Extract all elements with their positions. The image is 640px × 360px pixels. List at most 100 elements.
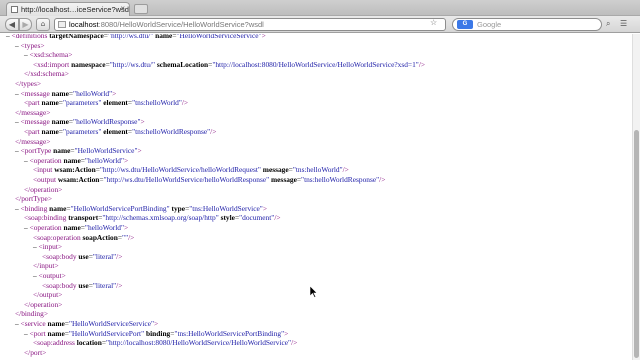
tag-name: message [24, 88, 50, 98]
forward-icon[interactable]: ▶ [19, 18, 32, 31]
tag-name: xsd:schema [33, 50, 69, 60]
xml-line: <soap:address location="http://localhost… [33, 338, 298, 348]
back-icon[interactable]: ◀ [5, 18, 19, 31]
xml-line[interactable]: – <port name="HelloWorldServicePort" bin… [24, 329, 288, 339]
browser-tab[interactable]: http://localhost…iceService?wsdl × [6, 2, 130, 16]
attr-name: name [53, 146, 71, 156]
tag-name: portType [21, 194, 48, 204]
attr-value: "parameters" [62, 127, 102, 136]
address-bar[interactable]: localhost:8080/HelloWorldService/HelloWo… [54, 18, 446, 31]
page-icon [11, 6, 18, 13]
tag-name: message [21, 107, 47, 117]
tag-bracket: /> [210, 127, 217, 136]
search-placeholder: Google [477, 20, 502, 29]
attr-value: "HelloWorldServicePort" [68, 328, 145, 338]
tag-name: port [30, 347, 43, 357]
tag-bracket: > [54, 261, 59, 271]
xml-line[interactable]: – <output> [33, 271, 66, 281]
menu-icon[interactable]: ☰ [620, 19, 627, 28]
attr-value: "HelloWorldServiceService" [176, 34, 262, 40]
scrollbar-thumb[interactable] [634, 130, 639, 358]
xml-line: <input wsam:Action="http://ws.dtu/HelloW… [33, 165, 349, 175]
tag-name: service [24, 319, 46, 328]
vertical-scrollbar[interactable] [632, 34, 640, 360]
xml-line: <part name="parameters" element="tns:hel… [24, 127, 217, 136]
tag-bracket: > [58, 184, 63, 194]
tag-name: xsd:schema [30, 69, 65, 79]
attr-value: "helloWorld" [84, 155, 125, 165]
attr-value: "http://ws.dtu/HelloWorldService/helloWo… [99, 165, 261, 175]
attr-value: "tns:HelloWorldServicePortBinding" [174, 328, 285, 338]
tag-name: portType [24, 146, 52, 156]
tag-bracket: /> [116, 280, 123, 290]
attr-name: type [171, 203, 186, 213]
tab-title: http://localhost…iceService?wsdl [21, 5, 130, 14]
xml-line: </operation> [24, 300, 62, 310]
attr-name: name [47, 328, 65, 338]
xml-line[interactable]: – <message name="helloWorldResponse"> [15, 117, 145, 127]
xml-line[interactable]: – <binding name="HelloWorldServicePortBi… [15, 204, 267, 214]
home-icon[interactable]: ⌂ [36, 18, 50, 31]
attr-name: name [51, 117, 69, 127]
bookmark-star-icon[interactable]: ☆ [430, 18, 437, 27]
tag-name: input [37, 165, 53, 175]
xml-line: </portType> [15, 194, 52, 204]
attr-name: style [220, 213, 235, 223]
xml-line: </xsd:schema> [24, 69, 69, 79]
xml-line[interactable]: – <xsd:schema> [24, 50, 72, 60]
tag-name: message [21, 136, 47, 146]
search-engine-icon[interactable]: G [457, 20, 473, 29]
tag-name: xsd:import [37, 59, 70, 69]
attr-value: "tns:helloWorldResponse" [132, 127, 211, 136]
attr-value: "http://schemas.xmlsoap.org/soap/http" [102, 213, 219, 223]
xml-line[interactable]: – <message name="helloWorld"> [15, 89, 116, 99]
close-icon[interactable]: × [120, 4, 125, 13]
tag-bracket: /> [116, 251, 123, 261]
tag-name: input [42, 242, 58, 252]
tag-bracket: > [64, 69, 69, 79]
tag-bracket: > [140, 117, 145, 127]
xml-line: </binding> [15, 309, 48, 319]
tag-bracket: > [43, 309, 48, 319]
tag-name: operation [30, 299, 59, 309]
xml-line[interactable]: – <definitions targetNamespace="http://w… [6, 34, 266, 41]
tag-bracket: /> [291, 338, 298, 348]
tag-bracket: > [124, 155, 129, 165]
xml-line[interactable]: – <operation name="helloWorld"> [24, 156, 128, 166]
page-icon [58, 21, 66, 28]
tag-name: soap:address [37, 338, 75, 348]
new-tab-icon[interactable] [134, 4, 148, 14]
attr-name: wsam:Action [54, 165, 96, 175]
search-icon[interactable]: ⌕ [606, 19, 610, 29]
tab-bar: http://localhost…iceService?wsdl × [0, 0, 640, 16]
tag-name: output [37, 175, 57, 184]
search-input[interactable]: G Google [452, 18, 602, 31]
attr-name: name [51, 88, 69, 98]
url-host: localhost [69, 20, 99, 29]
xml-line: </message> [15, 108, 50, 118]
xml-line[interactable]: – <operation name="helloWorld"> [24, 223, 128, 233]
xml-line: </output> [33, 290, 62, 300]
attr-value: "http://localhost:8080/HelloWorldService… [212, 59, 419, 69]
attr-value: "helloWorld" [84, 223, 125, 232]
tag-bracket: > [61, 271, 66, 280]
xml-line: <soap:body use="literal"/> [42, 280, 123, 290]
attr-name: targetNamespace [49, 34, 104, 40]
tag-bracket: /> [418, 59, 426, 69]
attr-name: use [78, 251, 89, 261]
tag-bracket: > [42, 347, 47, 357]
tag-bracket: > [46, 107, 51, 117]
tag-bracket: > [58, 299, 63, 309]
url-path: :8080/HelloWorldService/HelloWorldServic… [98, 20, 264, 29]
xml-line[interactable]: – <types> [15, 41, 45, 51]
attr-value: "document" [239, 213, 275, 223]
attr-value: "literal" [92, 251, 117, 261]
xml-line[interactable]: – <service name="HelloWorldServiceServic… [15, 319, 158, 329]
xml-line[interactable]: – <input> [33, 242, 62, 252]
attr-name: schemaLocation [156, 59, 209, 69]
tag-bracket: > [40, 40, 45, 50]
xml-line[interactable]: – <portType name="HelloWorldService"> [15, 146, 142, 156]
attr-name: name [41, 98, 59, 108]
attr-value: "HelloWorldService" [74, 146, 138, 156]
attr-name: namespace [71, 59, 106, 69]
